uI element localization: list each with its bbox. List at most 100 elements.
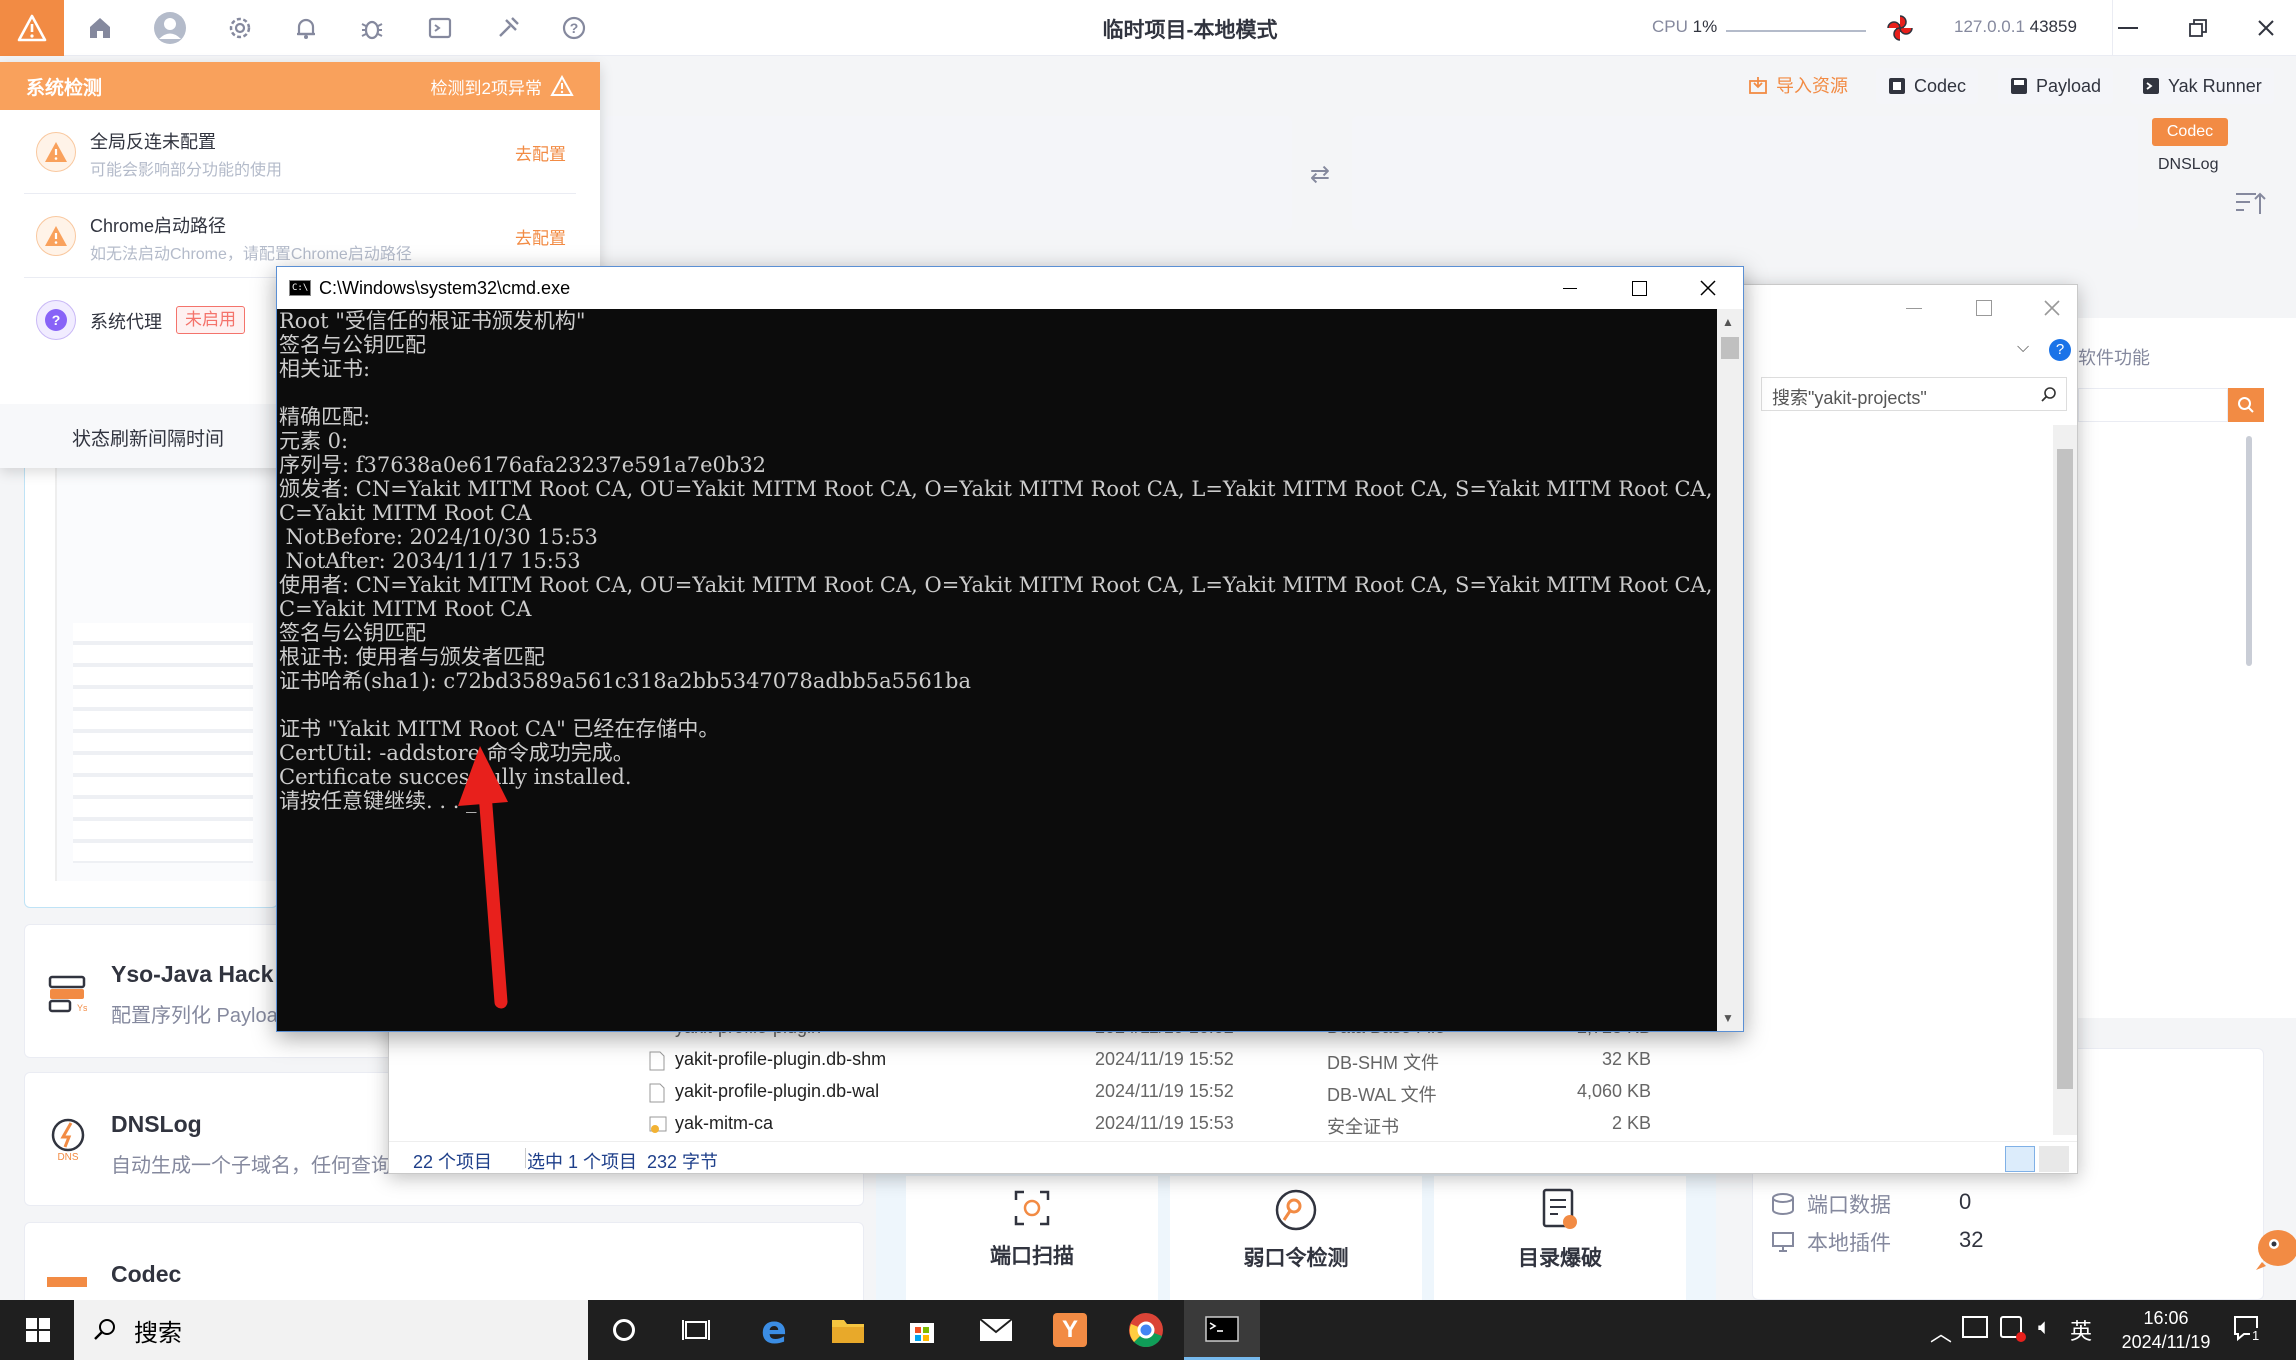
svg-text:?: ? (52, 312, 61, 328)
close-icon[interactable] (2037, 293, 2067, 323)
console-line: 元素 0: (279, 429, 349, 453)
restore-icon[interactable] (2182, 12, 2214, 44)
tool-weak-password[interactable]: 弱口令检测 (1170, 1176, 1422, 1300)
gear-icon[interactable] (222, 10, 258, 46)
clock[interactable]: 16:06 2024/11/19 (2106, 1306, 2226, 1354)
edge-icon[interactable]: e (736, 1300, 812, 1360)
yakit-taskbar-icon[interactable]: Y (1032, 1300, 1108, 1360)
search-icon (94, 1319, 115, 1340)
swap-icon[interactable]: ⇄ (1310, 160, 1330, 189)
bell-icon[interactable] (288, 10, 324, 46)
file-name: yak-mitm-ca (675, 1113, 773, 1133)
store-icon[interactable] (884, 1300, 960, 1360)
user-avatar-icon[interactable] (152, 10, 188, 46)
preview-thumbnail (55, 441, 279, 881)
mitm-preview-card[interactable] (24, 430, 279, 908)
chevron-up-icon[interactable]: ▲ (1722, 315, 1734, 329)
yakit-engine-icon[interactable] (1884, 12, 1916, 44)
check-title: 全局反连未配置 (90, 132, 216, 152)
chevron-down-icon[interactable]: ▼ (1722, 1011, 1734, 1025)
file-type: DB-SHM 文件 (1327, 1053, 1439, 1073)
scrollbar-thumb[interactable] (1721, 337, 1739, 359)
import-resource-button[interactable]: 导入资源 (1748, 72, 1848, 98)
device-icon[interactable] (2000, 1316, 2026, 1342)
task-view-icon[interactable] (658, 1300, 734, 1360)
port-scan-icon (1012, 1188, 1052, 1228)
close-icon[interactable] (2250, 12, 2282, 44)
anomaly-summary-text: 检测到2项异常 (430, 78, 542, 98)
maximize-icon[interactable] (1624, 273, 1654, 303)
mascot-icon[interactable] (2248, 1218, 2296, 1282)
payload-button[interactable]: Payload (1998, 68, 2114, 104)
tools-icon[interactable] (490, 10, 526, 46)
codec-input-panel[interactable] (604, 116, 1292, 230)
scrollbar-thumb[interactable] (2057, 449, 2073, 1089)
warning-icon (36, 216, 76, 256)
right-panel-label: 软件功能 (2078, 348, 2150, 368)
home-icon[interactable] (82, 10, 118, 46)
cmd-taskbar-icon[interactable] (1184, 1300, 1260, 1360)
mail-icon[interactable] (958, 1300, 1034, 1360)
volume-icon[interactable]: 🔈︎ (2038, 1314, 2051, 1340)
sort-icon[interactable] (2234, 190, 2266, 218)
cortana-icon[interactable] (586, 1300, 662, 1360)
yak-runner-label: Yak Runner (2168, 75, 2262, 96)
console-line: NotBefore: 2024/10/30 15:53 (279, 525, 598, 549)
scrollbar[interactable]: ▲ ▼ (1717, 309, 1743, 1031)
search-icon (2041, 387, 2056, 402)
payload-icon (2011, 78, 2027, 94)
stat-local-plugins: 本地插件 (1771, 1227, 1891, 1257)
tool-port-scan[interactable]: 端口扫描 (906, 1176, 1158, 1300)
side-tab-dnslog[interactable]: DNSLog (2158, 156, 2218, 174)
minimize-icon[interactable] (1555, 273, 1585, 303)
windows-start-button[interactable] (0, 1300, 76, 1360)
minimize-icon[interactable] (2112, 12, 2144, 44)
stat-label: 本地插件 (1807, 1232, 1891, 1255)
ime-indicator[interactable]: 英 (2070, 1314, 2092, 1346)
terminal-icon[interactable] (422, 10, 458, 46)
console-line: 根证书: 使用者与颁发者匹配 (279, 645, 545, 669)
tool-dir-brute[interactable]: 目录爆破 (1434, 1176, 1686, 1300)
help-icon[interactable]: ? (2049, 339, 2071, 361)
side-tab-codec[interactable]: Codec (2152, 118, 2228, 146)
file-type: DB-WAL 文件 (1327, 1085, 1437, 1105)
maximize-icon[interactable] (1969, 293, 1999, 323)
file-type: 安全证书 (1327, 1117, 1399, 1137)
file-name: yakit-profile-plugin.db-wal (675, 1081, 880, 1101)
chrome-icon[interactable] (1108, 1300, 1184, 1360)
stat-value: 0 (1959, 1189, 1972, 1214)
network-icon[interactable] (1962, 1316, 1988, 1338)
card-subtitle: 自动生成一个子域名，任何查询 (111, 1155, 391, 1177)
search-button[interactable] (2228, 388, 2264, 422)
configure-link[interactable]: 去配置 (515, 140, 566, 165)
scrollbar[interactable] (2053, 425, 2077, 1135)
console-line: 相关证书: (279, 357, 371, 381)
dir-brute-icon (1540, 1188, 1580, 1232)
file-explorer-icon[interactable] (810, 1300, 886, 1360)
chevron-up-icon[interactable]: ︿ (1930, 1316, 1952, 1348)
search-input[interactable]: 搜索"yakit-projects" (1761, 377, 2067, 411)
bug-icon[interactable] (354, 10, 390, 46)
codec-button[interactable]: Codec (1876, 68, 1979, 104)
status-badge: 未启用 (176, 306, 245, 334)
notification-icon[interactable]: 1 (2232, 1314, 2262, 1343)
details-view-icon[interactable] (2005, 1146, 2035, 1172)
right-panel: 软件功能 (2078, 318, 2296, 1018)
warning-button[interactable] (0, 0, 64, 56)
configure-link[interactable]: 去配置 (515, 224, 566, 249)
panel-scrollbar[interactable] (2246, 436, 2252, 666)
tiles-view-icon[interactable] (2039, 1146, 2069, 1172)
yak-runner-button[interactable]: Yak Runner (2130, 68, 2274, 104)
codec-output-panel[interactable] (1352, 116, 2138, 230)
close-icon[interactable] (1693, 273, 1723, 303)
minimize-icon[interactable] (1899, 293, 1929, 323)
cpu-label: CPU 1% (1652, 17, 1718, 36)
taskbar-search[interactable]: 搜索 (74, 1300, 588, 1360)
card-title: Yso-Java Hack (111, 961, 274, 987)
svg-text:Yso: Yso (77, 1003, 87, 1013)
help-icon[interactable]: ? (556, 10, 592, 46)
file-size: 32 KB (1601, 1049, 1651, 1069)
right-panel-input[interactable] (2078, 388, 2228, 422)
chevron-down-icon[interactable]: ⌵ (2017, 339, 2029, 357)
cmd-title-bar[interactable]: C:\ C:\Windows\system32\cmd.exe (277, 267, 1743, 309)
